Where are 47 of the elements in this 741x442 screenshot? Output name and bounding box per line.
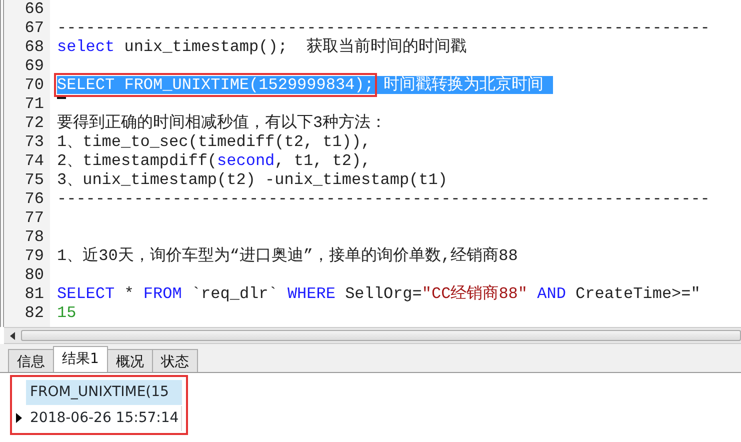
code-text: 3、unix_timestamp(t2) -unix_timestamp(t1) [57, 171, 448, 189]
code-text: 1、近30天，询价车型为“进口奥迪”，接单的询价单数,经销商88 [57, 247, 518, 265]
line-number: 73 [24, 133, 45, 152]
code-text: CreateTime>=" [574, 285, 700, 303]
line-number: 72 [24, 114, 45, 133]
line-number: 69 [24, 57, 45, 76]
code-text: 15 [57, 304, 76, 322]
line-number: 75 [24, 171, 45, 190]
code-text: , t1, t2), [274, 152, 371, 170]
tab[interactable]: 结果1 [53, 346, 108, 372]
line-number: 81 [24, 285, 45, 304]
code-text: unix_timestamp(); 获取当前时间的时间戳 [123, 38, 467, 56]
line-number: 71 [24, 95, 45, 114]
column-header[interactable]: FROM_UNIXTIME(15 [26, 380, 182, 404]
tab[interactable]: 信息 [8, 349, 54, 372]
code-text: FROM [143, 285, 182, 303]
table-cell[interactable]: 2018-06-26 15:57:14 [26, 406, 182, 430]
code-text: -------------------------------------------------------------------- [57, 190, 710, 208]
code-text: SellOrg= [344, 285, 422, 303]
line-number: 68 [24, 38, 45, 57]
selected-text: SELECT FROM_UNIXTIME(1529999834); 时间戳转换为北京时间 [57, 76, 554, 94]
line-number: 80 [24, 266, 45, 285]
line-number: 79 [24, 247, 45, 266]
code-text: select [57, 38, 115, 56]
line-number: 77 [24, 209, 45, 228]
scroll-left-icon[interactable] [10, 332, 16, 340]
scrollbar-thumb[interactable] [21, 330, 741, 341]
code-text: -------------------------------------------------------------------- [57, 19, 710, 37]
line-number: 67 [24, 19, 45, 38]
line-number: 70 [24, 76, 45, 95]
code-text: "CC经销商88" [422, 285, 528, 303]
code-text: AND [537, 285, 566, 303]
code-text: SELECT [57, 285, 115, 303]
line-number: 74 [24, 152, 45, 171]
code-text: `req_dlr` [190, 285, 279, 303]
code-text: WHERE [287, 285, 336, 303]
code-text: 要得到正确的时间相减秒值，有以下3种方法： [57, 114, 387, 132]
code-text: 1、time_to_sec(timediff(t2, t1)), [57, 133, 371, 151]
line-number: 66 [24, 0, 45, 19]
line-number: 82 [24, 304, 45, 323]
code-text: * [123, 285, 135, 303]
code-text: 2、timestampdiff( [57, 152, 218, 170]
code-text: second [217, 152, 275, 170]
line-number: 78 [24, 228, 45, 247]
line-number: 76 [24, 190, 45, 209]
tab[interactable]: 状态 [152, 349, 198, 372]
tab[interactable]: 概况 [106, 349, 153, 372]
